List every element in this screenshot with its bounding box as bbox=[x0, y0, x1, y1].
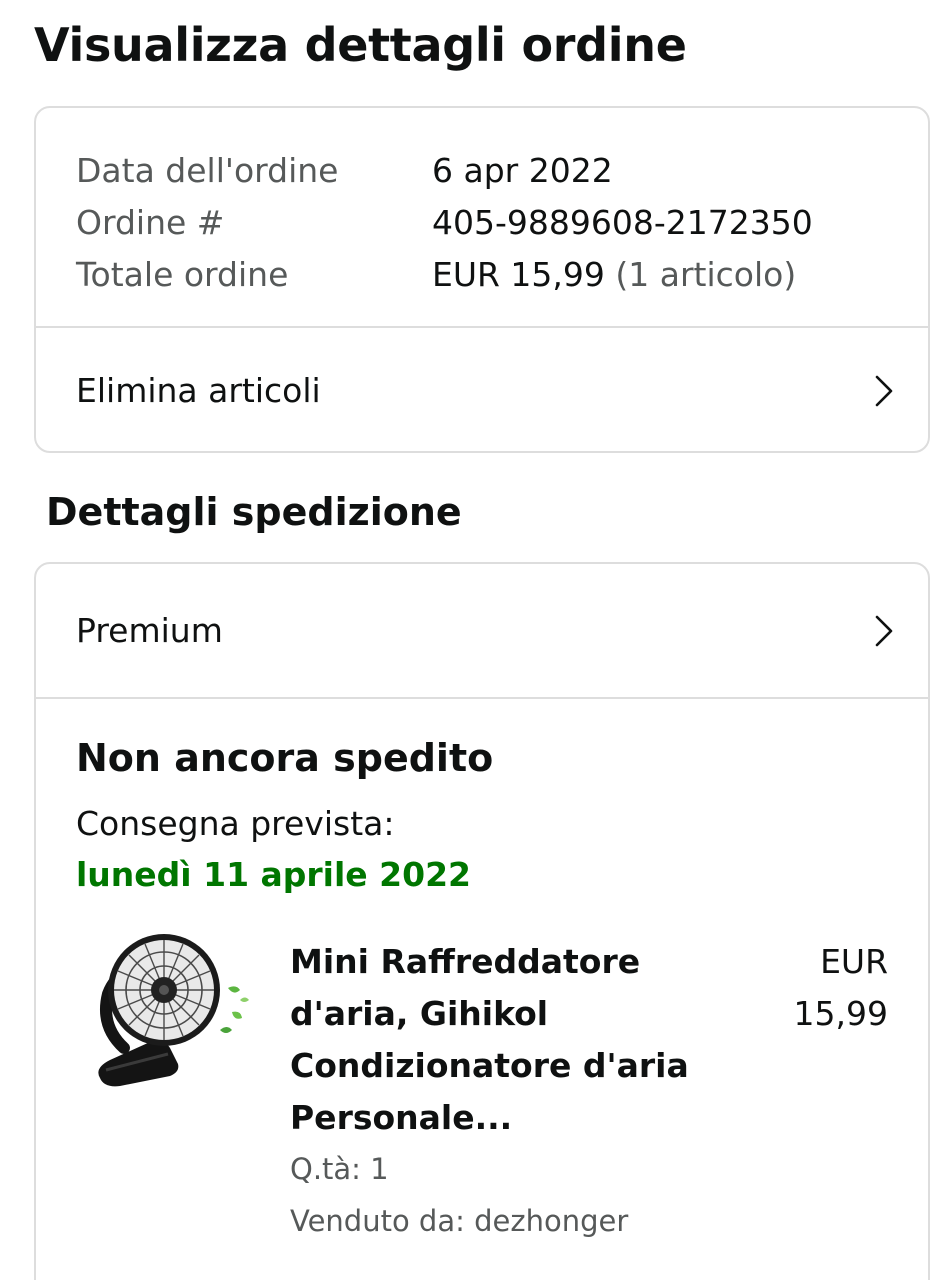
order-total-label: Totale ordine bbox=[76, 254, 289, 294]
order-info: Data dell'ordine 6 apr 2022 Ordine # 405… bbox=[76, 144, 813, 300]
product-price: EUR 15,99 bbox=[768, 936, 888, 1040]
chevron-right-icon bbox=[875, 375, 893, 406]
order-date-row: Data dell'ordine 6 apr 2022 bbox=[76, 144, 813, 196]
chevron-right-icon bbox=[875, 615, 893, 646]
product-image[interactable] bbox=[80, 930, 250, 1100]
order-summary-card: Data dell'ordine 6 apr 2022 Ordine # 405… bbox=[34, 106, 930, 453]
product-price-currency: EUR bbox=[820, 942, 888, 981]
order-total-value: EUR 15,99 (1 articolo) bbox=[432, 255, 796, 294]
divider bbox=[36, 697, 928, 699]
product-seller: Venduto da: dezhonger bbox=[290, 1204, 629, 1238]
shipment-status: Non ancora spedito bbox=[76, 736, 494, 780]
product-quantity: Q.tà: 1 bbox=[290, 1152, 389, 1186]
delivery-label: Consegna prevista: bbox=[76, 804, 395, 843]
order-date-value: 6 apr 2022 bbox=[432, 150, 613, 190]
product-title-line: Personale... bbox=[290, 1098, 513, 1137]
product-title[interactable]: Mini Raffreddatore d'aria, Gihikol Condi… bbox=[290, 936, 710, 1144]
shipment-card: Premium Non ancora spedito Consegna prev… bbox=[34, 562, 930, 1280]
order-total-amount: EUR 15,99 bbox=[432, 254, 605, 294]
order-item-count: (1 articolo) bbox=[615, 254, 797, 294]
order-total-row: Totale ordine EUR 15,99 (1 articolo) bbox=[76, 248, 813, 300]
product-price-amount: 15,99 bbox=[793, 994, 888, 1033]
product-title-line: d'aria, Gihikol bbox=[290, 994, 549, 1033]
shipping-method-button[interactable]: Premium bbox=[36, 564, 928, 697]
product-title-line: Condizionatore d'aria bbox=[290, 1046, 689, 1085]
delete-items-label: Elimina articoli bbox=[76, 371, 321, 410]
order-number-row: Ordine # 405-9889608-2172350 bbox=[76, 196, 813, 248]
order-number-value: 405-9889608-2172350 bbox=[432, 202, 813, 242]
page-title: Visualizza dettagli ordine bbox=[34, 18, 687, 72]
shipping-method-label: Premium bbox=[76, 611, 223, 650]
delete-items-button[interactable]: Elimina articoli bbox=[36, 328, 928, 453]
order-date-label: Data dell'ordine bbox=[76, 150, 339, 190]
order-number-label: Ordine # bbox=[76, 202, 225, 242]
shipping-section-title: Dettagli spedizione bbox=[46, 490, 462, 534]
product-title-line: Mini Raffreddatore bbox=[290, 942, 641, 981]
delivery-date: lunedì 11 aprile 2022 bbox=[76, 855, 472, 894]
